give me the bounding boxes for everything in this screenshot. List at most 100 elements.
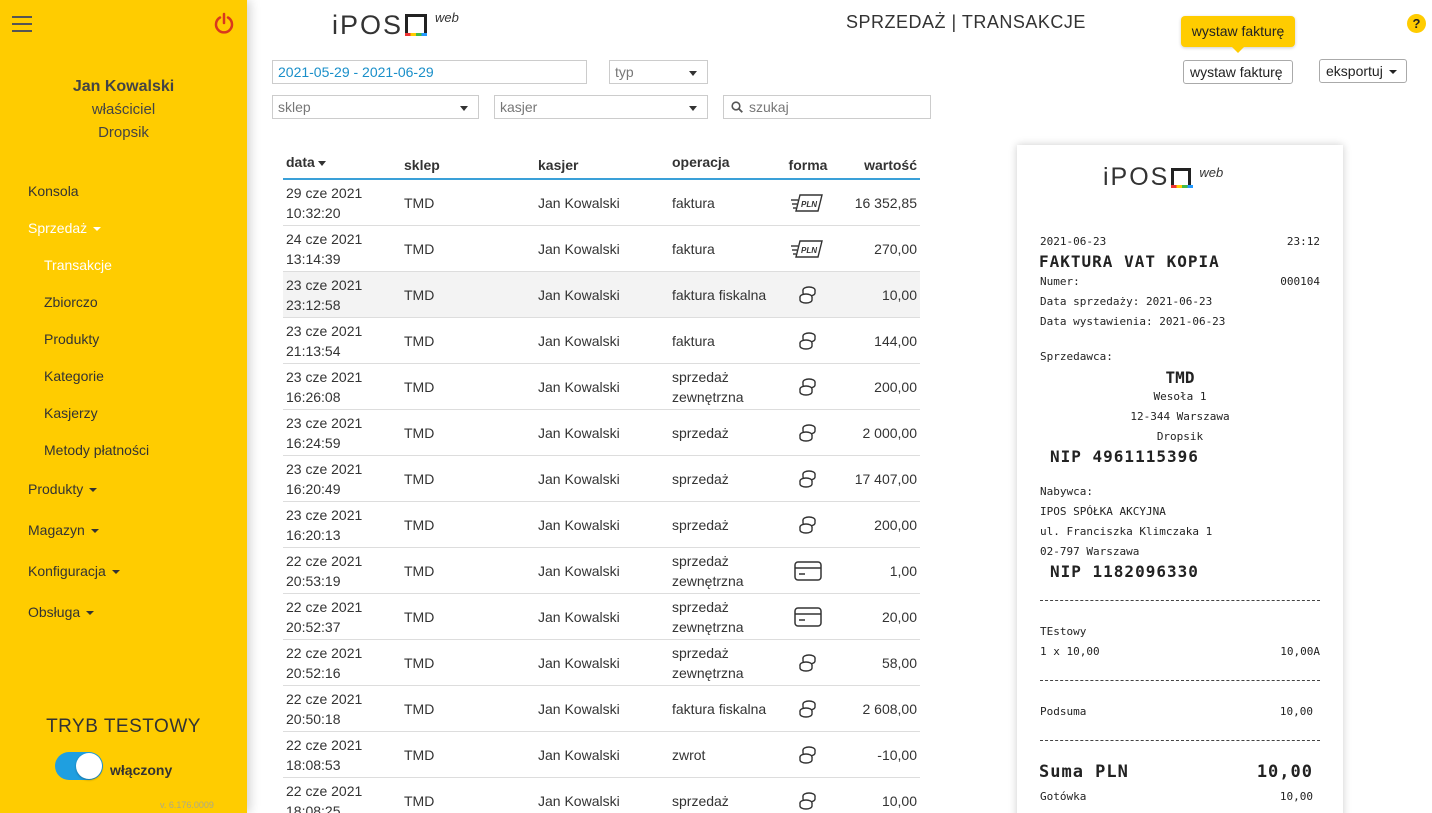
cell-value: 2 000,00 [862,424,918,441]
sidebar-nav: Konsola Sprzedaż Transakcje Zbiorczo Pro… [0,173,247,631]
cell-date-time: 20:52:16 [286,664,341,681]
sidebar-item-label: Kategorie [44,368,104,384]
sidebar-item-kategorie[interactable]: Kategorie [0,358,247,395]
column-header-data[interactable]: data [283,152,404,178]
coins-icon [778,376,838,398]
type-select[interactable]: typ [609,60,708,84]
column-header-sklep[interactable]: sklep [404,152,538,178]
sidebar-item-sprzedaz[interactable]: Sprzedaż [0,210,247,247]
hamburger-menu-icon[interactable] [12,16,32,32]
table-row[interactable]: 24 cze 2021 13:14:39 TMD Jan Kowalski faktur… [283,226,920,272]
cell-operation: sprzedaż [672,469,778,489]
cell-cashier: Jan Kowalski [538,516,620,533]
cell-shop: TMD [404,746,435,763]
cell-shop: TMD [404,286,435,303]
date-range-input[interactable]: 2021-05-29 - 2021-06-29 [272,60,587,84]
sidebar-item-kasjerzy[interactable]: Kasjerzy [0,395,247,432]
column-header-operacja[interactable]: operacja [672,152,778,178]
cell-date-day: 22 cze 2021 [286,690,363,707]
sidebar-item-konsola[interactable]: Konsola [0,173,247,210]
column-header-forma[interactable]: forma [778,152,838,178]
cell-date-day: 23 cze 2021 [286,506,363,523]
column-header-wartosc[interactable]: wartość [838,152,920,178]
sidebar-item-label: Sprzedaż [28,220,88,236]
type-select-label: typ [615,64,634,80]
table-row[interactable]: 22 cze 2021 20:50:18 TMD Jan Kowalski faktur… [283,686,920,732]
cell-shop: TMD [404,608,435,625]
table-row[interactable]: 22 cze 2021 18:08:25 TMD Jan Kowalski sprzed… [283,778,920,813]
cell-date-time: 20:53:19 [286,572,341,589]
cell-cashier: Jan Kowalski [538,746,620,763]
cashier-select[interactable]: kasjer [494,95,708,119]
sidebar-item-label: Transakcje [44,257,112,273]
table-row[interactable]: 23 cze 2021 16:24:59 TMD Jan Kowalski sprzed… [283,410,920,456]
cell-shop: TMD [404,424,435,441]
cell-date: 23 cze 2021 23:12:58 [283,275,404,315]
receipt-sum-label: Suma PLN [1039,762,1129,782]
column-header-kasjer[interactable]: kasjer [538,152,672,178]
sidebar-item-zbiorczo[interactable]: Zbiorczo [0,284,247,321]
cell-date: 22 cze 2021 20:52:16 [283,643,404,683]
table-row[interactable]: 23 cze 2021 16:20:13 TMD Jan Kowalski sprzed… [283,502,920,548]
test-mode-toggle[interactable] [55,752,103,780]
table-row[interactable]: 22 cze 2021 20:53:19 TMD Jan Kowalski sprzed… [283,548,920,594]
cell-cashier: Jan Kowalski [538,608,620,625]
toggle-knob [76,753,102,779]
cell-cashier: Jan Kowalski [538,470,620,487]
coins-icon [778,698,838,720]
cell-date-time: 20:50:18 [286,710,341,727]
table-row[interactable]: 22 cze 2021 20:52:37 TMD Jan Kowalski sprzed… [283,594,920,640]
dropdown-arrow-icon [689,71,697,76]
cell-cashier: Jan Kowalski [538,562,620,579]
transfer-icon: PLN [778,239,838,259]
card-icon [778,606,838,627]
coins-icon [778,284,838,306]
cell-date: 22 cze 2021 18:08:25 [283,781,404,813]
transfer-icon: PLN [778,193,838,213]
cell-shop: TMD [404,332,435,349]
receipt-sum: 10,00 [1256,762,1313,782]
svg-text:PLN: PLN [801,200,817,209]
sidebar-item-label: Magazyn [28,522,85,538]
cell-cashier: Jan Kowalski [538,286,620,303]
power-icon[interactable] [213,12,235,34]
cell-date-time: 16:20:49 [286,480,341,497]
search-input[interactable]: szukaj [723,95,931,119]
table-row[interactable]: 23 cze 2021 23:12:58 TMD Jan Kowalski faktur… [283,272,920,318]
cell-date: 23 cze 2021 16:20:49 [283,459,404,499]
receipt-buyer-name: IPOS SPÓŁKA AKCYJNA [1040,505,1166,518]
sidebar-item-konfiguracja[interactable]: Konfiguracja [0,553,247,590]
receipt-seller-nip: NIP 4961115396 [1050,447,1199,466]
table-row[interactable]: 22 cze 2021 20:52:16 TMD Jan Kowalski sprzed… [283,640,920,686]
sidebar-item-produkty-sub[interactable]: Produkty [0,321,247,358]
cell-date: 22 cze 2021 20:52:37 [283,597,404,637]
sidebar-item-label: Konsola [28,183,79,199]
table-row[interactable]: 23 cze 2021 16:20:49 TMD Jan Kowalski sprzed… [283,456,920,502]
cell-shop: TMD [404,792,435,809]
table-row[interactable]: 29 cze 2021 10:32:20 TMD Jan Kowalski faktur… [283,180,920,226]
sidebar-item-produkty[interactable]: Produkty [0,471,247,508]
sidebar-item-obsluga[interactable]: Obsługa [0,594,247,631]
receipt-buyer-city: 02-797 Warszawa [1040,545,1140,558]
export-button[interactable]: eksportuj [1319,59,1407,83]
sidebar-item-magazyn[interactable]: Magazyn [0,512,247,549]
table-row[interactable]: 23 cze 2021 16:26:08 TMD Jan Kowalski sprzed… [283,364,920,410]
receipt-item-total: 10,00A [1280,645,1320,658]
shop-select[interactable]: sklep [272,95,479,119]
sidebar-item-transakcje[interactable]: Transakcje [0,247,247,284]
table-row[interactable]: 22 cze 2021 18:08:53 TMD Jan Kowalski zwrot -… [283,732,920,778]
logo-suffix: web [1199,165,1224,180]
cell-date-day: 22 cze 2021 [286,552,363,569]
coins-icon [778,652,838,674]
sidebar-item-metody-platnosci[interactable]: Metody płatności [0,432,247,469]
table-body: 29 cze 2021 10:32:20 TMD Jan Kowalski faktur… [283,180,920,813]
caret-down-icon [89,488,98,493]
help-icon[interactable]: ? [1407,14,1426,33]
cell-operation: sprzedaż [672,423,778,443]
cell-cashier: Jan Kowalski [538,332,620,349]
cell-value: 270,00 [874,240,917,257]
sidebar-item-label: Produkty [44,331,100,347]
issue-invoice-button[interactable]: wystaw fakturę [1183,60,1293,84]
table-row[interactable]: 23 cze 2021 21:13:54 TMD Jan Kowalski faktur… [283,318,920,364]
coins-icon [778,744,838,766]
